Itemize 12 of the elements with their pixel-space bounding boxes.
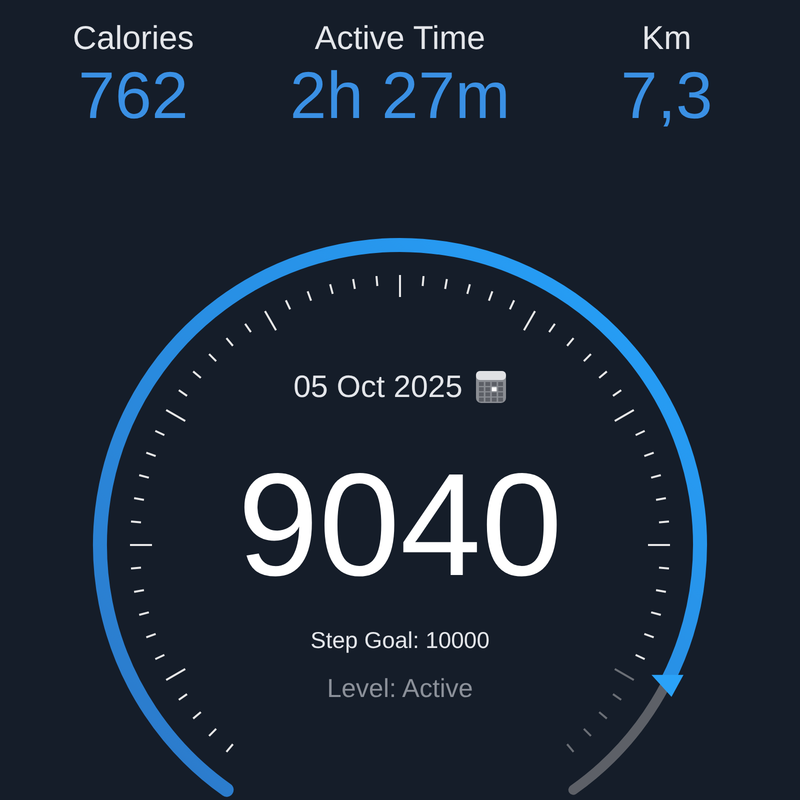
gauge-marker-icon <box>652 674 684 697</box>
stat-value: 762 <box>78 58 188 132</box>
stat-label: Km <box>642 18 692 58</box>
step-count: 9040 <box>238 447 562 603</box>
date-text: 05 Oct 2025 <box>294 368 462 406</box>
step-goal-text: Step Goal: 10000 <box>310 626 490 655</box>
stat-value: 7,3 <box>620 58 713 132</box>
stat-label: Calories <box>72 18 194 58</box>
stat-value: 2h 27m <box>290 58 510 132</box>
calendar-icon[interactable] <box>476 371 506 403</box>
stat-label: Active Time <box>314 18 486 58</box>
activity-level-text: Level: Active <box>327 672 473 705</box>
